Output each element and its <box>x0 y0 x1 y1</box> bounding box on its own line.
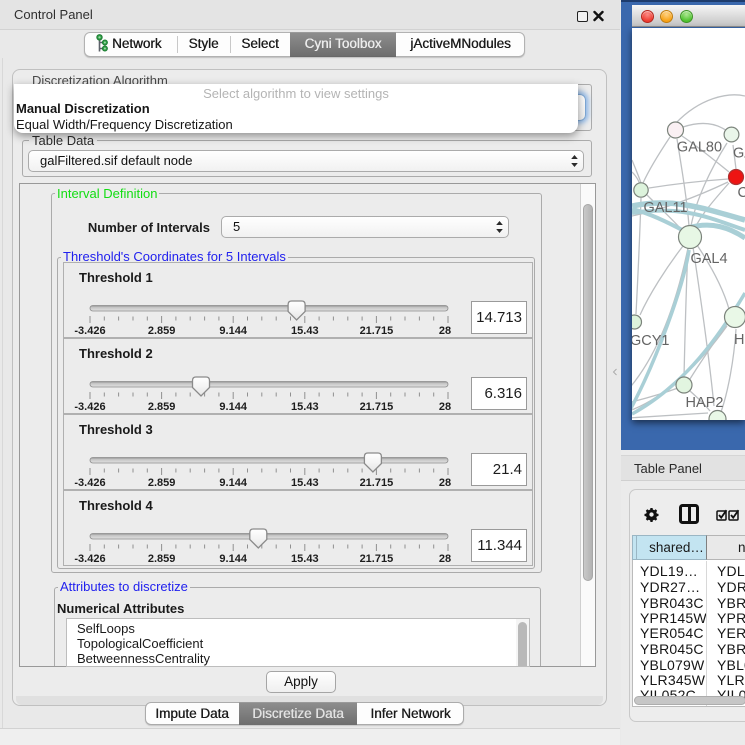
svg-text:GAL4: GAL4 <box>690 251 727 267</box>
svg-text:2.859: 2.859 <box>148 477 176 489</box>
svg-text:GAL80: GAL80 <box>677 140 722 156</box>
svg-text:15.43: 15.43 <box>291 477 319 489</box>
svg-text:-3.426: -3.426 <box>74 325 105 337</box>
svg-text:C: C <box>738 185 745 201</box>
svg-text:-3.426: -3.426 <box>74 553 105 565</box>
svg-text:28: 28 <box>439 401 451 413</box>
svg-text:28: 28 <box>439 325 451 337</box>
svg-text:28: 28 <box>439 477 451 489</box>
svg-text:GA: GA <box>733 146 745 162</box>
svg-text:2.859: 2.859 <box>148 325 176 337</box>
svg-text:9.144: 9.144 <box>219 477 247 489</box>
svg-text:21.715: 21.715 <box>360 325 394 337</box>
svg-text:GCY1: GCY1 <box>632 333 670 349</box>
svg-text:2.859: 2.859 <box>148 553 176 565</box>
svg-text:21.715: 21.715 <box>360 401 394 413</box>
svg-text:-3.426: -3.426 <box>74 401 105 413</box>
svg-text:HI: HI <box>734 332 745 348</box>
svg-text:15.43: 15.43 <box>291 553 319 565</box>
svg-text:9.144: 9.144 <box>219 325 247 337</box>
svg-text:15.43: 15.43 <box>291 325 319 337</box>
svg-text:-3.426: -3.426 <box>74 477 105 489</box>
svg-text:21.715: 21.715 <box>360 477 394 489</box>
svg-text:28: 28 <box>439 553 451 565</box>
svg-text:HAP2: HAP2 <box>686 395 724 411</box>
svg-text:15.43: 15.43 <box>291 401 319 413</box>
svg-text:9.144: 9.144 <box>219 553 247 565</box>
svg-text:GAL11: GAL11 <box>643 200 687 216</box>
svg-text:21.715: 21.715 <box>360 553 394 565</box>
svg-text:2.859: 2.859 <box>148 401 176 413</box>
svg-text:9.144: 9.144 <box>219 401 247 413</box>
